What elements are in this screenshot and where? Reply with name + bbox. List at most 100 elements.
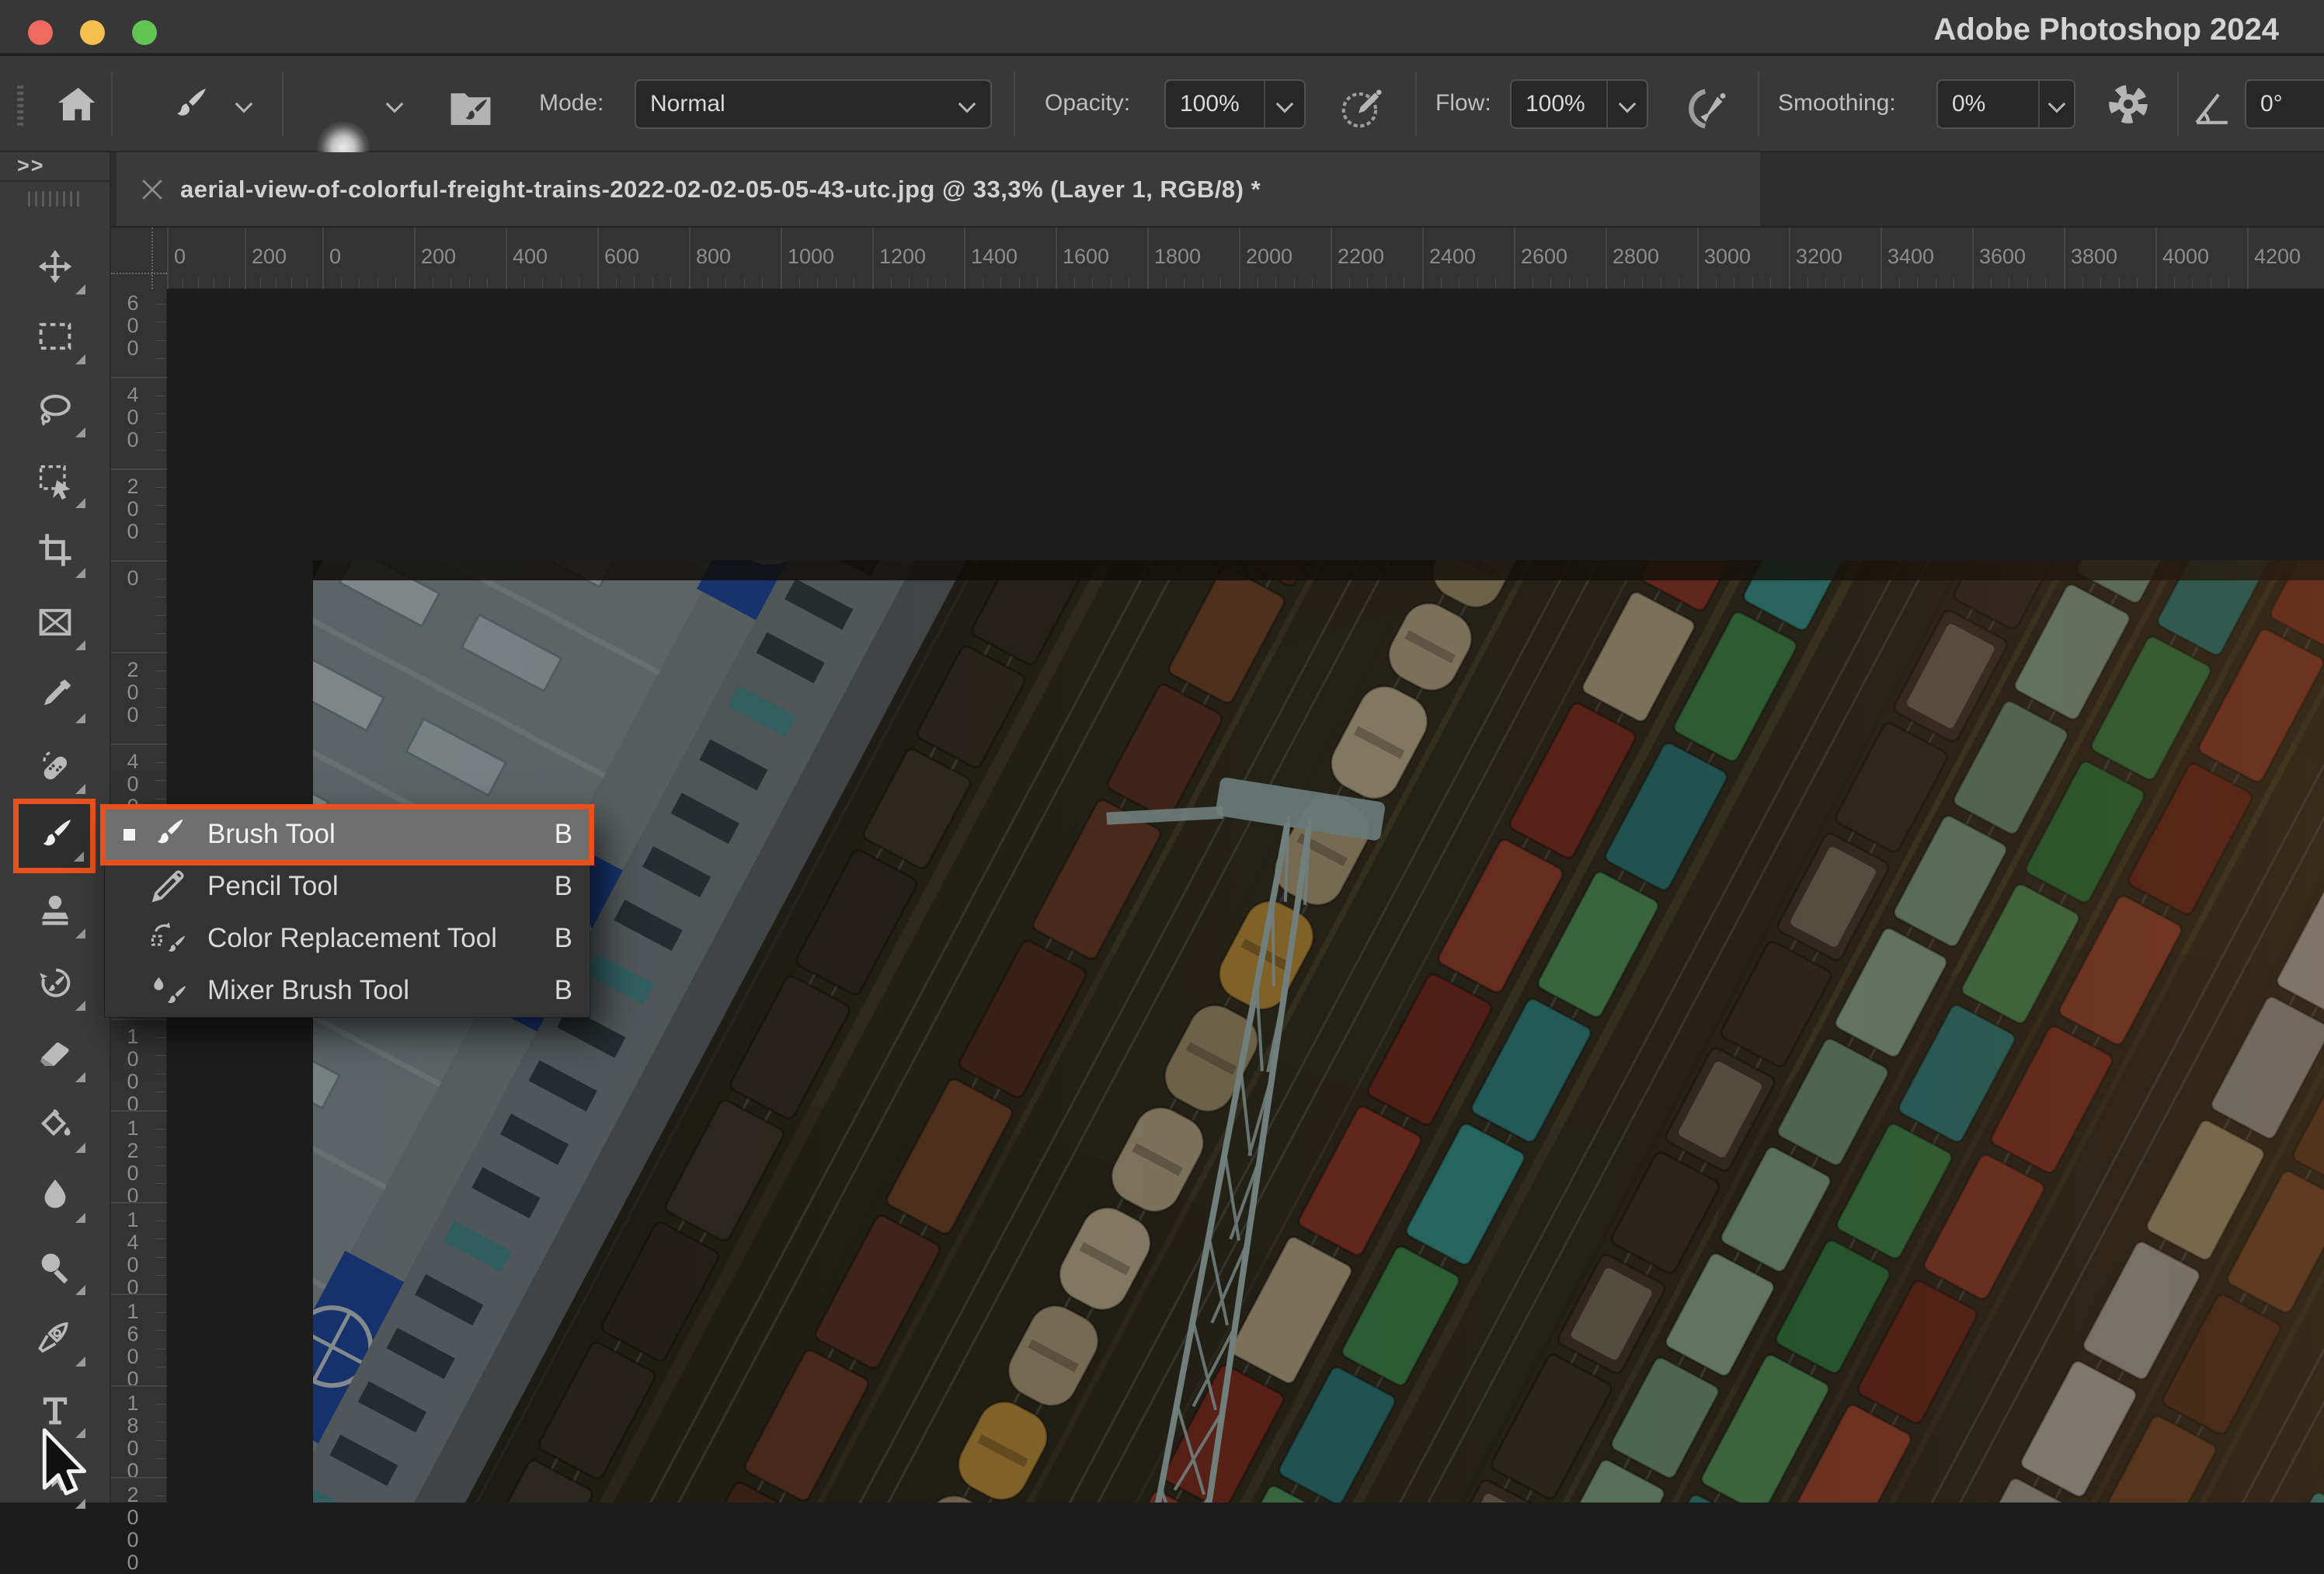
brush-tool-icon xyxy=(148,815,187,854)
ruler-minor-tick xyxy=(561,277,562,288)
ruler-minor-tick xyxy=(155,413,166,414)
frame-tool-button[interactable] xyxy=(19,588,92,656)
clone-stamp-tool-button[interactable] xyxy=(19,876,92,945)
ruler-minor-tick xyxy=(155,487,166,488)
ruler-minor-tick xyxy=(1092,277,1093,288)
menu-item-pencil-tool[interactable]: Pencil Tool B xyxy=(105,861,590,913)
ruler-tick xyxy=(1331,228,1332,289)
tool-flyout-corner xyxy=(74,851,84,862)
options-grip[interactable] xyxy=(17,82,23,126)
flow-field[interactable]: 100% xyxy=(1510,79,1648,129)
document-image[interactable] xyxy=(313,560,2324,1503)
tool-flyout-corner xyxy=(75,1285,85,1295)
ruler-minor-tick xyxy=(155,432,166,433)
mixer-brush-tool-icon xyxy=(148,971,187,1010)
tool-flyout-corner xyxy=(75,1072,85,1082)
brush-tool-icon xyxy=(167,84,210,127)
ruler-minor-tick xyxy=(155,780,166,781)
ruler-minor-tick xyxy=(155,1422,166,1423)
mode-value: Normal xyxy=(636,91,961,117)
traffic-minimize-icon[interactable] xyxy=(80,20,105,45)
chevron-down-icon[interactable] xyxy=(386,96,404,113)
angle-field[interactable]: 0° xyxy=(2245,79,2324,129)
ruler-label: 0 xyxy=(174,245,186,269)
toggle-brush-settings-button[interactable] xyxy=(447,85,495,135)
ruler-label: 1400 xyxy=(971,245,1018,269)
ruler-label: 200 xyxy=(111,659,155,726)
tool-flyout-corner xyxy=(75,568,85,578)
dodge-tool-icon xyxy=(35,1247,75,1287)
ruler-tick xyxy=(111,1202,167,1203)
active-tool-indicator xyxy=(124,829,135,841)
smoothing-options-button[interactable] xyxy=(2105,81,2152,134)
ruler-label: 3800 xyxy=(2071,245,2117,269)
ruler-minor-tick xyxy=(2082,277,2083,288)
ruler-minor-tick xyxy=(1899,277,1900,288)
title-bar: Adobe Photoshop 2024 xyxy=(0,0,2324,54)
crop-tool-button[interactable] xyxy=(19,516,92,584)
rectangular-marquee-tool-button[interactable] xyxy=(19,302,92,371)
ruler-minor-tick xyxy=(155,505,166,506)
ruler-minor-tick xyxy=(670,277,671,288)
document-tab[interactable]: aerial-view-of-colorful-freight-trains-2… xyxy=(117,152,1760,226)
traffic-close-icon[interactable] xyxy=(28,20,53,45)
eyedropper-tool-button[interactable] xyxy=(19,661,92,730)
double-chevron-icon: >> xyxy=(17,154,45,178)
ruler-minor-tick xyxy=(1202,277,1203,288)
ruler-minor-tick xyxy=(799,277,800,288)
brush-angle-icon xyxy=(2190,87,2234,134)
chevron-down-icon[interactable] xyxy=(235,96,253,113)
ruler-tick xyxy=(781,228,782,289)
lasso-tool-button[interactable] xyxy=(19,375,92,444)
ruler-label: 4000 xyxy=(2162,245,2209,269)
menu-item-color-replacement-tool[interactable]: Color Replacement Tool B xyxy=(105,913,590,965)
opacity-value: 100% xyxy=(1166,91,1264,117)
toolbar-expand-button[interactable]: >> xyxy=(0,152,111,182)
close-icon[interactable] xyxy=(137,174,168,205)
ruler-tick xyxy=(1697,228,1699,289)
tool-flyout-corner xyxy=(75,427,85,437)
ruler-minor-tick xyxy=(155,1312,166,1313)
opacity-dropdown[interactable] xyxy=(1264,81,1304,127)
opacity-label: Opacity: xyxy=(1045,90,1130,117)
smoothing-dropdown[interactable] xyxy=(2038,81,2074,127)
ruler-minor-tick xyxy=(1166,277,1167,288)
home-button[interactable] xyxy=(54,82,98,132)
ruler-tick xyxy=(111,743,167,745)
pen-tool-button[interactable] xyxy=(19,1304,92,1373)
ruler-tick xyxy=(111,560,167,562)
airbrush-icon xyxy=(1679,84,1729,134)
eraser-tool-button[interactable] xyxy=(19,1020,92,1088)
menu-item-mixer-brush-tool[interactable]: Mixer Brush Tool B xyxy=(105,965,590,1017)
history-brush-tool-button[interactable] xyxy=(19,949,92,1017)
dodge-tool-button[interactable] xyxy=(19,1233,92,1301)
smoothing-field[interactable]: 0% xyxy=(1936,79,2075,129)
ruler-origin-corner[interactable] xyxy=(111,228,167,289)
paint-bucket-tool-button[interactable] xyxy=(19,1091,92,1159)
toolbar-grip[interactable] xyxy=(28,191,82,207)
traffic-zoom-icon[interactable] xyxy=(132,20,157,45)
move-tool-button[interactable] xyxy=(19,232,92,301)
opacity-field[interactable]: 100% xyxy=(1164,79,1306,129)
ruler-minor-tick xyxy=(1000,277,1001,288)
separator xyxy=(1014,71,1015,137)
tool-brush-selected[interactable] xyxy=(13,799,96,873)
ruler-minor-tick xyxy=(307,277,308,288)
ruler-tick xyxy=(111,652,167,653)
mode-select[interactable]: Normal xyxy=(635,79,992,129)
pressure-opacity-button[interactable] xyxy=(1338,84,1386,138)
object-selection-tool-button[interactable] xyxy=(19,446,92,514)
ruler-tick xyxy=(2064,228,2065,289)
flow-dropdown[interactable] xyxy=(1606,81,1647,127)
ruler-minor-tick xyxy=(155,1458,166,1459)
airbrush-button[interactable] xyxy=(1679,84,1729,140)
ruler-tick xyxy=(2155,228,2157,289)
ruler-minor-tick xyxy=(1019,277,1020,288)
current-tool-button[interactable] xyxy=(167,84,210,134)
horizontal-ruler[interactable]: 0 200 0 200 400 600 800 1000 1200 1400 1… xyxy=(111,228,2324,289)
spot-healing-brush-tool-button[interactable] xyxy=(19,732,92,800)
blur-tool-button[interactable] xyxy=(19,1161,92,1229)
menu-item-brush-tool[interactable]: Brush Tool B xyxy=(105,809,590,861)
document-tab-title: aerial-view-of-colorful-freight-trains-2… xyxy=(180,176,1261,204)
pressure-opacity-icon xyxy=(1338,84,1386,132)
